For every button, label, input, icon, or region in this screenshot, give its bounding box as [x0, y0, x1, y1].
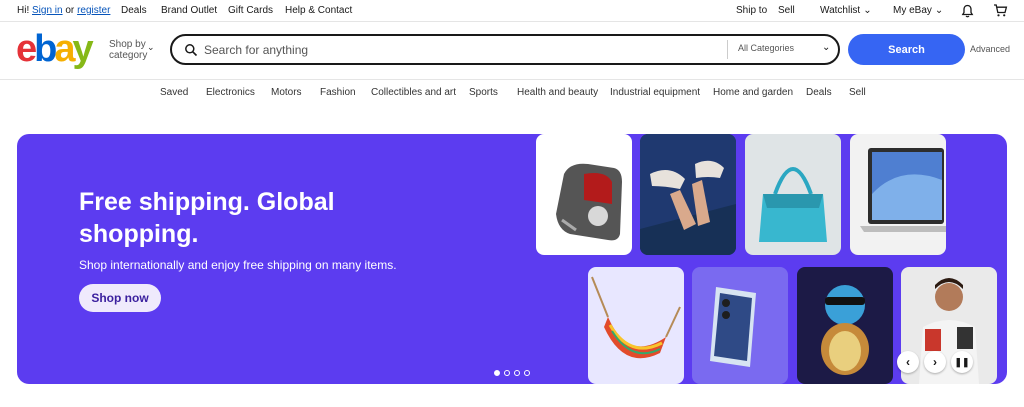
- search-divider: [727, 40, 728, 59]
- product-image-taillight: [536, 134, 632, 255]
- hero-banner[interactable]: Free shipping. Global shopping. Shop int…: [17, 134, 1007, 384]
- product-image-laptop: [850, 134, 946, 255]
- nav-item-fashion[interactable]: Fashion: [320, 87, 356, 98]
- gift-cards-link[interactable]: Gift Cards: [228, 5, 273, 16]
- my-ebay-menu[interactable]: My eBay ⌄: [893, 5, 943, 16]
- watchlist-label: Watchlist: [820, 5, 861, 16]
- shop-by-category-button[interactable]: Shop by category: [109, 39, 147, 61]
- previous-slide-button[interactable]: ‹: [897, 351, 919, 373]
- sign-in-link[interactable]: Sign in: [32, 5, 63, 16]
- product-image-handbag: [745, 134, 841, 255]
- nav-item-saved[interactable]: Saved: [160, 87, 188, 98]
- advanced-search-link[interactable]: Advanced: [970, 44, 1010, 54]
- shop-now-button[interactable]: Shop now: [79, 284, 161, 312]
- carousel-dot[interactable]: [524, 370, 530, 376]
- ship-to-link[interactable]: Ship to: [736, 5, 767, 16]
- header: ebay Shop by category ⌄ All Categories ⌄…: [0, 22, 1024, 80]
- nav-item-motors[interactable]: Motors: [271, 87, 302, 98]
- register-link[interactable]: register: [77, 5, 110, 16]
- chevron-left-icon: ‹: [906, 355, 910, 369]
- nav-item-collectibles[interactable]: Collectibles and art: [371, 87, 456, 98]
- nav-item-sell[interactable]: Sell: [849, 87, 866, 98]
- hero-title: Free shipping. Global shopping.: [79, 188, 335, 248]
- product-image-sneakers: [640, 134, 736, 255]
- bell-icon[interactable]: [961, 4, 974, 18]
- carousel-dot[interactable]: [504, 370, 510, 376]
- search-button[interactable]: Search: [848, 34, 965, 65]
- hero-subtitle: Shop internationally and enjoy free ship…: [79, 258, 397, 272]
- next-slide-button[interactable]: ›: [924, 351, 946, 373]
- shop-by-line1: Shop by: [109, 39, 146, 50]
- product-image-phone: [692, 267, 788, 384]
- pause-icon: ❚❚: [954, 356, 970, 367]
- nav-item-electronics[interactable]: Electronics: [206, 87, 255, 98]
- category-select[interactable]: All Categories: [738, 43, 794, 53]
- watchlist-menu[interactable]: Watchlist ⌄: [820, 5, 872, 16]
- nav-item-home-garden[interactable]: Home and garden: [713, 87, 793, 98]
- shop-by-line2: category: [109, 50, 148, 61]
- top-utility-bar: Hi! Sign in or register Deals Brand Outl…: [0, 0, 1024, 22]
- product-image-squirtle-figure: [797, 267, 893, 384]
- logo-letter-b: b: [34, 28, 57, 70]
- carousel-dot[interactable]: [514, 370, 520, 376]
- chevron-down-icon: ⌄: [147, 42, 155, 52]
- chevron-down-icon: ⌄: [934, 5, 944, 16]
- sell-link[interactable]: Sell: [778, 5, 795, 16]
- category-nav: Saved Electronics Motors Fashion Collect…: [0, 80, 1024, 104]
- carousel-dot[interactable]: [494, 370, 500, 376]
- logo-letter-y: y: [72, 28, 94, 70]
- ebay-logo[interactable]: ebay: [16, 28, 94, 70]
- nav-item-health-beauty[interactable]: Health and beauty: [517, 87, 598, 98]
- deals-link[interactable]: Deals: [121, 5, 147, 16]
- help-contact-link[interactable]: Help & Contact: [285, 5, 352, 16]
- greeting-prefix: Hi!: [17, 5, 30, 16]
- brand-outlet-link[interactable]: Brand Outlet: [161, 5, 217, 16]
- chevron-right-icon: ›: [933, 355, 937, 369]
- nav-item-industrial[interactable]: Industrial equipment: [610, 87, 700, 98]
- logo-letter-e: e: [16, 28, 37, 70]
- nav-item-sports[interactable]: Sports: [469, 87, 498, 98]
- greeting: Hi! Sign in or register: [17, 5, 110, 16]
- search-icon: [185, 44, 198, 57]
- logo-letter-a: a: [54, 28, 75, 70]
- pause-button[interactable]: ❚❚: [951, 351, 973, 373]
- product-image-hammock: [588, 267, 684, 384]
- carousel-indicators: [494, 370, 530, 376]
- chevron-down-icon: ⌄: [863, 5, 872, 16]
- search-box: All Categories ⌄: [170, 34, 840, 65]
- my-ebay-label: My eBay: [893, 5, 932, 16]
- chevron-down-icon: ⌄: [822, 42, 831, 53]
- cart-icon[interactable]: [993, 3, 1008, 18]
- nav-item-deals[interactable]: Deals: [806, 87, 832, 98]
- greeting-or: or: [65, 5, 75, 16]
- search-input[interactable]: [204, 41, 724, 59]
